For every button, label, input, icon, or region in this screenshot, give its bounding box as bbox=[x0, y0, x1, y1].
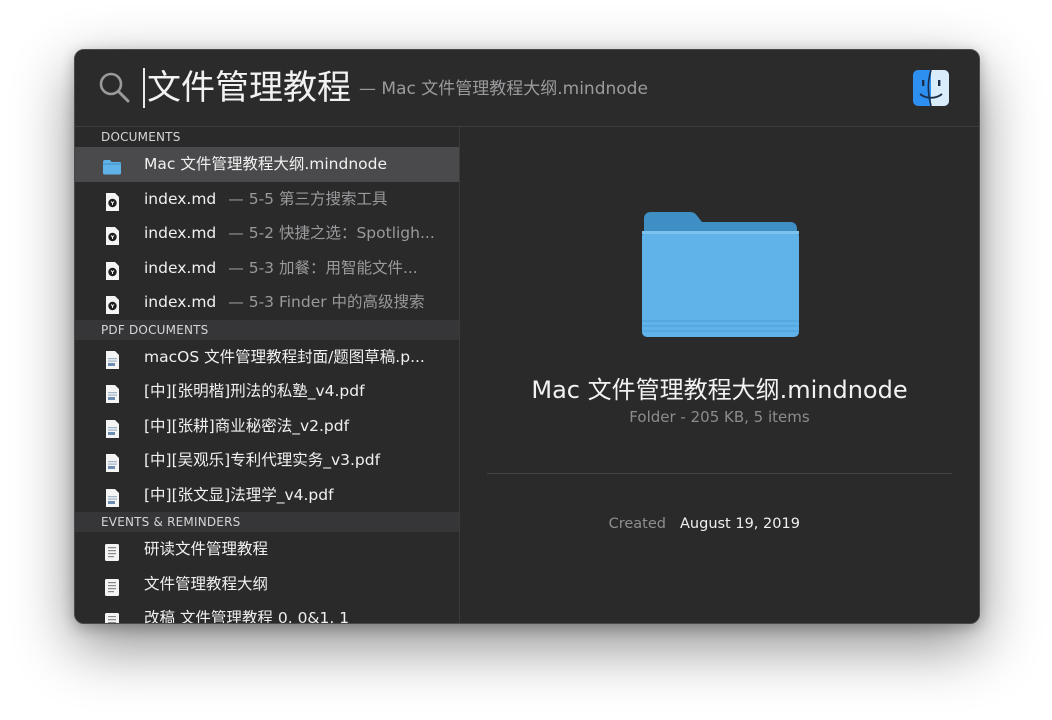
search-icon bbox=[99, 72, 130, 103]
preview-title: Mac 文件管理教程大纲.mindnode bbox=[531, 376, 908, 404]
text-cursor bbox=[143, 68, 145, 108]
result-subtitle: — 5-3 Finder 中的高级搜索 bbox=[228, 293, 425, 311]
search-input[interactable]: 文件管理教程 bbox=[147, 64, 351, 112]
pdf-file-icon bbox=[102, 451, 122, 472]
result-row[interactable]: index.md — 5-3 Finder 中的高级搜索 bbox=[75, 285, 459, 320]
result-row[interactable]: macOS 文件管理教程封面/题图草稿.p... bbox=[75, 340, 459, 375]
reminder-icon bbox=[102, 575, 122, 596]
result-row[interactable]: index.md — 5-3 加餐：用智能文件... bbox=[75, 251, 459, 286]
preview-pane: Mac 文件管理教程大纲.mindnode Folder - 205 KB, 5… bbox=[460, 127, 979, 623]
folder-icon bbox=[102, 155, 122, 175]
pdf-file-icon bbox=[102, 382, 122, 403]
result-row[interactable]: [中][吴观乐]专利代理实务_v3.pdf bbox=[75, 443, 459, 478]
reminder-icon bbox=[102, 540, 122, 561]
markdown-file-icon bbox=[102, 190, 122, 211]
result-title: index.md bbox=[144, 224, 217, 242]
search-bar: 文件管理教程 — Mac 文件管理教程大纲.mindnode bbox=[75, 50, 979, 127]
result-row[interactable]: Mac 文件管理教程大纲.mindnode bbox=[75, 147, 459, 182]
result-title: [中][张明楷]刑法的私塾_v4.pdf bbox=[144, 382, 365, 400]
preview-subtitle: Folder - 205 KB, 5 items bbox=[629, 408, 810, 426]
result-subtitle: — 5-5 第三方搜索工具 bbox=[228, 189, 388, 208]
result-title: index.md bbox=[144, 293, 217, 311]
result-title: 文件管理教程大纲 bbox=[144, 574, 269, 593]
result-title: [中][张耕]商业秘密法_v2.pdf bbox=[144, 416, 350, 435]
markdown-file-icon bbox=[102, 259, 122, 280]
result-row[interactable]: [中][张耕]商业秘密法_v2.pdf bbox=[75, 409, 459, 444]
folder-icon bbox=[642, 212, 799, 337]
created-value: August 19, 2019 bbox=[680, 516, 800, 532]
created-label: Created bbox=[608, 516, 666, 532]
pdf-file-icon bbox=[102, 348, 122, 369]
result-title: [中][张文显]法理学_v4.pdf bbox=[144, 485, 334, 504]
result-row[interactable]: 研读文件管理教程 bbox=[75, 532, 459, 567]
result-title: index.md bbox=[144, 189, 217, 208]
markdown-file-icon bbox=[102, 224, 122, 245]
reminder-icon bbox=[102, 609, 122, 623]
result-title: [中][吴观乐]专利代理实务_v3.pdf bbox=[144, 451, 381, 469]
divider bbox=[487, 473, 952, 474]
pdf-file-icon bbox=[102, 486, 122, 507]
result-row[interactable]: 改稿 文件管理教程 0. 0&1. 1 bbox=[75, 601, 459, 623]
result-row[interactable]: [中][张明楷]刑法的私塾_v4.pdf bbox=[75, 374, 459, 409]
result-title: Mac 文件管理教程大纲.mindnode bbox=[144, 155, 387, 173]
result-row[interactable]: index.md — 5-5 第三方搜索工具 bbox=[75, 182, 459, 217]
result-subtitle: — 5-2 快捷之选：Spotligh... bbox=[228, 224, 435, 242]
result-row[interactable]: index.md — 5-2 快捷之选：Spotligh... bbox=[75, 216, 459, 251]
search-completion: — Mac 文件管理教程大纲.mindnode bbox=[359, 79, 648, 99]
section-header: DOCUMENTS bbox=[75, 127, 459, 147]
result-title: macOS 文件管理教程封面/题图草稿.p... bbox=[144, 347, 425, 366]
results-list: DOCUMENTS Mac 文件管理教程大纲.mindnode index.md — … bbox=[75, 127, 460, 623]
markdown-file-icon bbox=[102, 293, 122, 314]
result-title: index.md bbox=[144, 258, 217, 277]
finder-icon[interactable] bbox=[913, 70, 949, 106]
result-title: 研读文件管理教程 bbox=[144, 540, 269, 558]
spotlight-window: 文件管理教程 — Mac 文件管理教程大纲.mindnode DOCUMENTS… bbox=[74, 49, 980, 624]
result-row[interactable]: [中][张文显]法理学_v4.pdf bbox=[75, 478, 459, 513]
result-subtitle: — 5-3 加餐：用智能文件... bbox=[228, 258, 418, 277]
result-row[interactable]: 文件管理教程大纲 bbox=[75, 567, 459, 602]
section-header: EVENTS & REMINDERS bbox=[75, 512, 459, 532]
pdf-file-icon bbox=[102, 417, 122, 438]
result-title: 改稿 文件管理教程 0. 0&1. 1 bbox=[144, 609, 350, 623]
section-header: PDF DOCUMENTS bbox=[75, 319, 459, 340]
